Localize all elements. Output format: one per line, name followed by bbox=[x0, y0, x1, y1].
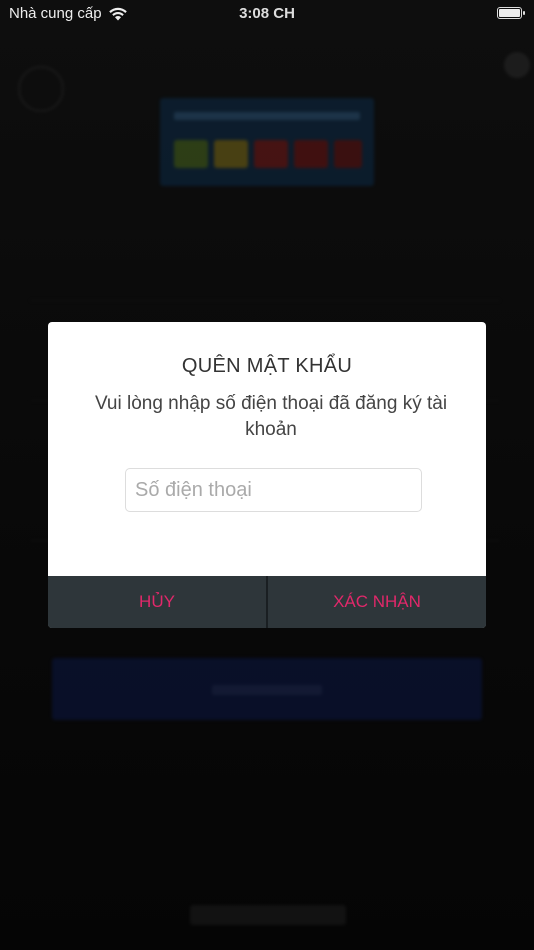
battery-icon bbox=[497, 7, 525, 19]
app-logo bbox=[160, 98, 374, 186]
forgot-password-dialog: QUÊN MẬT KHẨU Vui lòng nhập số điện thoạ… bbox=[48, 322, 486, 628]
background-footer-link bbox=[190, 905, 346, 925]
dialog-actions: HỦY XÁC NHẬN bbox=[48, 576, 486, 628]
dialog-message: Vui lòng nhập số điện thoại đã đăng ký t… bbox=[94, 393, 448, 440]
back-icon bbox=[18, 66, 64, 112]
confirm-button[interactable]: XÁC NHẬN bbox=[268, 576, 486, 628]
cancel-button[interactable]: HỦY bbox=[48, 576, 266, 628]
phone-number-input[interactable] bbox=[125, 468, 422, 512]
corner-icon bbox=[504, 52, 530, 78]
screen: Nhà cung cấp 3:08 CH QUÊN MẬT KHẨU Vui l… bbox=[0, 0, 534, 950]
status-time: 3:08 CH bbox=[239, 5, 295, 22]
status-bar: Nhà cung cấp 3:08 CH bbox=[0, 0, 534, 28]
background-submit-button bbox=[52, 658, 482, 720]
dialog-title: QUÊN MẬT KHẨU bbox=[181, 355, 353, 377]
